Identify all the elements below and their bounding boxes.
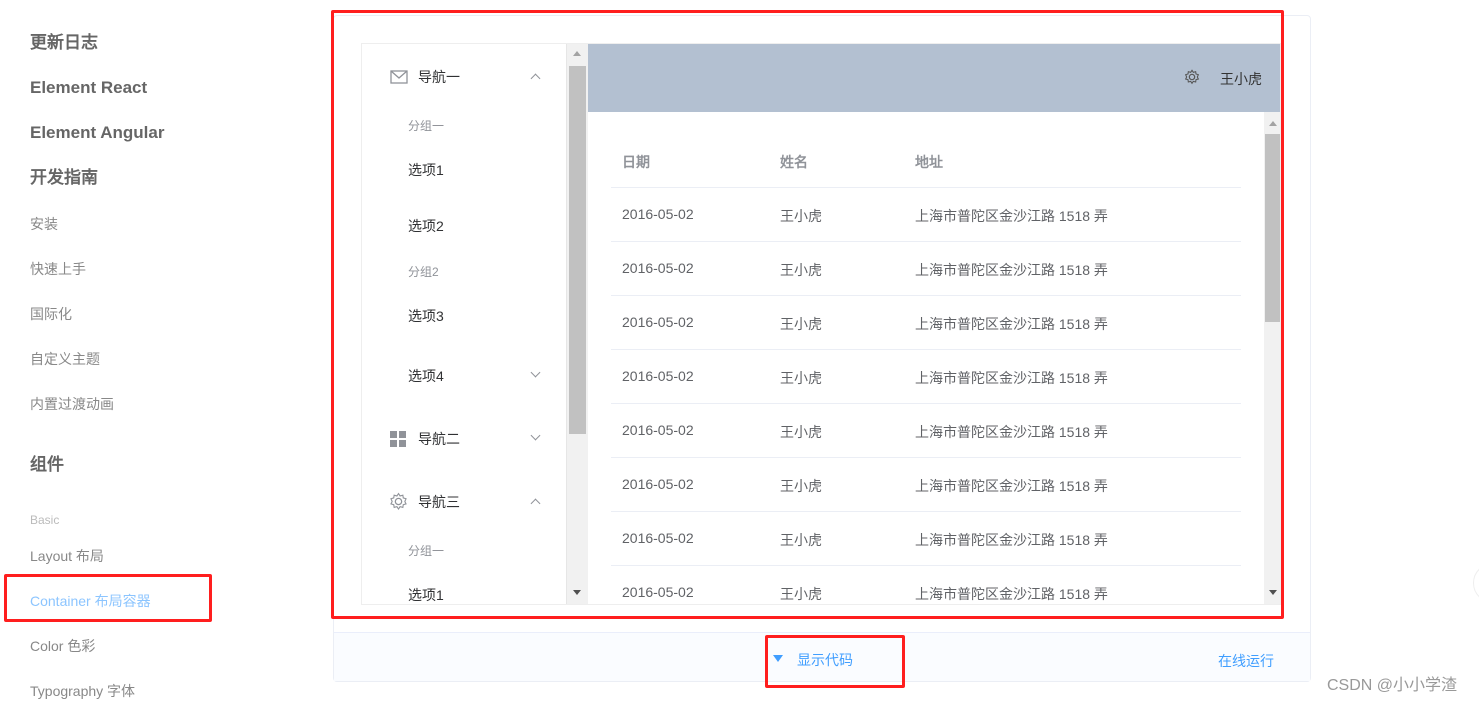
sidebar-item[interactable]: Typography 字体 [30,681,135,701]
sidebar-item: Element Angular [30,123,165,142]
sidebar-item: Basic [30,513,60,527]
sidebar-item[interactable]: 快速上手 [30,259,86,279]
back-to-top-button[interactable] [1473,563,1479,603]
annotation-box [331,10,1284,619]
sidebar-item[interactable]: 安装 [30,214,58,234]
watermark: CSDN @小小学渣 [1327,677,1458,694]
sidebar-item: 更新日志 [30,33,98,52]
sidebar-item[interactable]: 内置过渡动画 [30,394,114,414]
sidebar-item[interactable]: 自定义主题 [30,349,100,369]
sidebar-item: 组件 [30,455,64,474]
sidebar-item[interactable]: Color 色彩 [30,636,95,656]
annotation-box [765,635,905,688]
run-online-link[interactable]: 在线运行 [1218,651,1274,671]
sidebar-item[interactable]: 国际化 [30,304,72,324]
annotation-box [4,574,212,622]
sidebar-item: Element React [30,78,148,97]
sidebar-item: 开发指南 [30,168,98,187]
sidebar-item[interactable]: Layout 布局 [30,546,104,566]
